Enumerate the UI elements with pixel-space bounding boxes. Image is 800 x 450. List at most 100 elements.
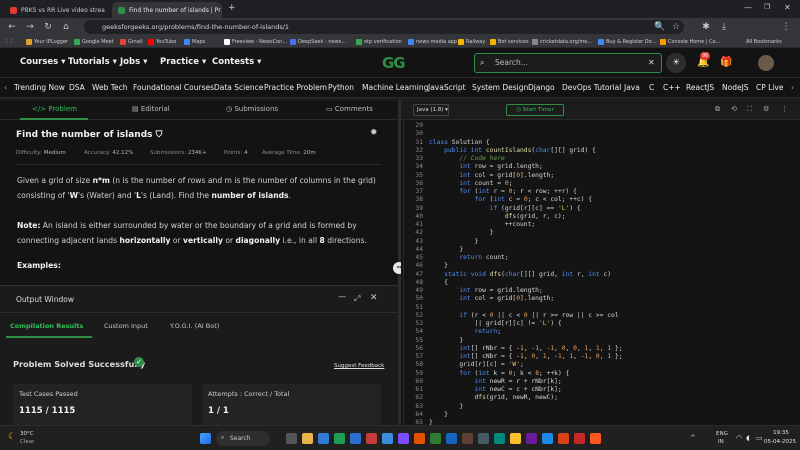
app-icon[interactable] (574, 433, 585, 444)
topic-item[interactable]: C++ (663, 83, 681, 92)
topic-item[interactable]: System Design (472, 83, 528, 92)
bookmark-item[interactable]: Your IPLugger (26, 37, 68, 47)
app-icon[interactable] (366, 433, 377, 444)
topic-item[interactable]: Foundational Courses (133, 83, 214, 92)
volume-icon[interactable]: ◖ (746, 434, 750, 442)
reload-icon[interactable]: ↻ (42, 21, 54, 33)
apps-grid-icon[interactable]: ⋮⋮ (4, 37, 14, 47)
store-icon[interactable] (334, 433, 345, 444)
code-line[interactable]: dfs(grid, newR, newC); (429, 394, 558, 401)
scroll-right-icon[interactable]: › (791, 83, 794, 92)
tab-yogi-ai-bot[interactable]: Y.O.G.I. (AI Bot) (170, 322, 219, 330)
code-line[interactable]: // Code here (429, 155, 505, 162)
search-input[interactable]: Search... (474, 53, 662, 73)
more-icon[interactable]: ⋮ (781, 105, 788, 113)
code-line[interactable]: int count = 0; (429, 180, 512, 187)
bookmark-icon[interactable]: ⛉ (156, 130, 163, 140)
minimize-icon[interactable]: — (744, 3, 752, 12)
bookmark-item[interactable]: Freeview - NewsCon... (224, 37, 287, 47)
task-view-icon[interactable] (286, 433, 297, 444)
topic-item[interactable]: C (649, 83, 654, 92)
window-close-icon[interactable]: ✕ (784, 3, 791, 12)
language-select[interactable]: Java (1.8) ▾ (413, 104, 449, 116)
topic-item[interactable]: DevOps Tutorial (562, 83, 621, 92)
menu-jobs[interactable]: Jobs ▾ (120, 57, 147, 67)
code-line[interactable]: if (grid[r][c] == 'L') { (429, 205, 581, 212)
browser-tab-2[interactable]: Find the number of islands | Pr ✕ (112, 2, 222, 18)
bookmark-star-icon[interactable]: ☆ (670, 21, 682, 33)
zoom-icon[interactable]: 🔍 (654, 21, 666, 33)
suggest-feedback-link[interactable]: Suggest Feedback (334, 363, 384, 369)
topic-item[interactable]: ReactJS (686, 83, 714, 92)
app-icon[interactable] (526, 433, 537, 444)
expand-icon[interactable]: ⤢ (354, 294, 360, 304)
code-line[interactable]: ++count; (429, 221, 535, 228)
scroll-left-icon[interactable]: ‹ (4, 83, 7, 92)
extensions-icon[interactable]: ✱ (700, 21, 712, 33)
weather-temp[interactable]: 30°C (20, 431, 34, 437)
code-line[interactable]: } (429, 262, 448, 269)
code-line[interactable]: { (429, 279, 448, 286)
file-explorer-icon[interactable] (302, 433, 313, 444)
app-icon[interactable] (446, 433, 457, 444)
maximize-icon[interactable]: ❐ (764, 3, 770, 11)
download-icon[interactable]: ⤓ (718, 21, 730, 33)
code-line[interactable]: int[] rNbr = { -1, -1, -1, 0, 0, 1, 1, 1… (429, 345, 622, 352)
code-line[interactable]: grid[r][c] = 'W'; (429, 361, 523, 368)
app-icon[interactable] (430, 433, 441, 444)
home-icon[interactable]: ⌂ (60, 21, 72, 33)
code-line[interactable]: } (429, 238, 478, 245)
bookmark-item[interactable]: YouTube (148, 37, 176, 47)
bookmark-item[interactable]: Google Meet (74, 37, 114, 47)
topic-item[interactable]: Web Tech (92, 83, 128, 92)
edge-icon[interactable] (318, 433, 329, 444)
user-avatar[interactable] (758, 55, 774, 71)
app-icon[interactable] (382, 433, 393, 444)
topic-item[interactable]: JavaScript (428, 83, 466, 92)
code-line[interactable]: dfs(grid, r, c); (429, 213, 566, 220)
code-line[interactable]: int newC = c + cNbr[k]; (429, 386, 562, 393)
topic-item[interactable]: Java (624, 83, 640, 92)
tab-problem[interactable]: </> Problem (32, 105, 77, 113)
code-line[interactable]: return; (429, 328, 502, 335)
minimize-icon[interactable]: — (338, 292, 346, 301)
code-line[interactable]: public int countIslands(char[][] grid) { (429, 147, 596, 154)
topic-item[interactable]: Trending Now (14, 83, 65, 92)
bookmark-item[interactable]: DeepSeek - news... (290, 37, 346, 47)
new-tab-button[interactable]: + (228, 3, 236, 13)
bookmark-item[interactable]: Railway (458, 37, 485, 47)
all-bookmarks[interactable]: All Bookmarks (746, 37, 782, 47)
bookmark-item[interactable]: otp verification (356, 37, 402, 47)
topic-item[interactable]: DSA (69, 83, 85, 92)
tab-submissions[interactable]: ◷ Submissions (226, 105, 278, 113)
bookmark-item[interactable]: Maps (184, 37, 205, 47)
bug-report-icon[interactable]: ✹ (370, 128, 378, 138)
fullscreen-icon[interactable]: ⛶ (747, 105, 752, 114)
language-indicator[interactable]: ENG (716, 431, 728, 437)
chrome-icon[interactable] (510, 433, 521, 444)
code-line[interactable]: return count; (429, 254, 508, 261)
topic-item[interactable]: CP Live (756, 83, 783, 92)
code-line[interactable]: for (int k = 0; k < 8; ++k) { (429, 370, 569, 377)
code-line[interactable]: } (429, 337, 463, 344)
bookmark-item[interactable]: Gmail (120, 37, 143, 47)
code-line[interactable]: || grid[r][c] != 'L') { (429, 320, 561, 327)
code-line[interactable]: if (r < 0 || c < 0 || r >= row || c >= c… (429, 312, 618, 319)
app-icon[interactable] (542, 433, 553, 444)
topic-item[interactable]: Django (528, 83, 555, 92)
bookmark-item[interactable]: Bot services (490, 37, 529, 47)
code-line[interactable]: int row = grid.length; (429, 163, 542, 170)
settings-icon[interactable]: ⚙ (763, 105, 769, 113)
code-line[interactable]: int newR = r + rNbr[k]; (429, 378, 562, 385)
code-line[interactable]: } (429, 411, 448, 418)
menu-courses[interactable]: Courses ▾ (20, 57, 65, 67)
menu-kebab-icon[interactable]: ⋮ (780, 21, 792, 33)
menu-contests[interactable]: Contests ▾ (212, 57, 261, 67)
close-icon[interactable]: ✕ (370, 293, 378, 303)
clear-search-icon[interactable]: ✕ (648, 58, 655, 67)
code-line[interactable]: } (429, 246, 463, 253)
app-icon[interactable] (558, 433, 569, 444)
code-line[interactable]: int col = grid[0].length; (429, 172, 554, 179)
url-input[interactable]: geeksforgeeks.org/problems/find-the-numb… (84, 20, 684, 34)
tray-chevron-icon[interactable]: ^ (690, 434, 696, 442)
